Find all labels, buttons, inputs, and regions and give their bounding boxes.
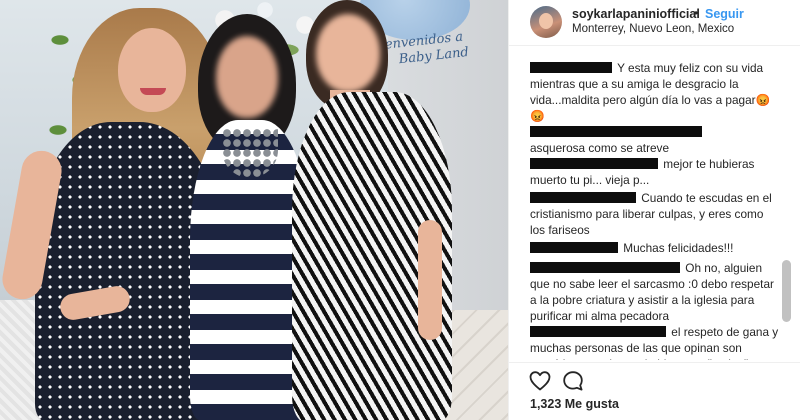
likes-count[interactable]: 1,323 Me gusta xyxy=(530,397,619,411)
redacted-username xyxy=(530,126,702,137)
post-actions: 1,323 Me gusta xyxy=(509,362,800,420)
location-link[interactable]: Monterrey, Nuevo Leon, Mexico xyxy=(572,23,734,35)
comment-item: Muchas felicidades!!! xyxy=(530,240,780,256)
post-photo[interactable]: Bienvenidos a Baby Land xyxy=(0,0,508,420)
redacted-username xyxy=(530,242,618,253)
comments-scrollbar[interactable] xyxy=(782,260,791,322)
post-header: soykarlapaniniofficial • Seguir Monterre… xyxy=(509,0,800,46)
comment-bubble-icon[interactable] xyxy=(561,369,585,393)
follow-button[interactable]: Seguir xyxy=(705,7,744,21)
redacted-username xyxy=(530,158,658,169)
heart-icon[interactable] xyxy=(528,369,552,393)
redacted-username xyxy=(530,262,680,273)
comment-item: asquerosa como se atreve xyxy=(530,124,780,156)
avatar[interactable] xyxy=(530,6,562,38)
comment-item: mejor te hubieras muerto tu pi... vieja … xyxy=(530,157,755,187)
comment-item: Cuando te escudas en el cristianismo par… xyxy=(530,191,772,237)
comment-item: Y esta muy feliz con su vida mientras qu… xyxy=(530,61,771,123)
post-sidebar: soykarlapaniniofficial • Seguir Monterre… xyxy=(508,0,800,420)
comment-item: el respeto de gana y muchas personas de … xyxy=(530,325,779,360)
redacted-username xyxy=(530,326,666,337)
comments-list[interactable]: Y esta muy feliz con su vida mientras qu… xyxy=(509,50,789,360)
separator-dot: • xyxy=(694,6,699,20)
redacted-username xyxy=(530,192,636,203)
username-link[interactable]: soykarlapaniniofficial xyxy=(572,7,700,21)
redacted-username xyxy=(530,62,612,73)
comment-item: Oh no, alguien que no sabe leer el sarca… xyxy=(530,261,774,323)
